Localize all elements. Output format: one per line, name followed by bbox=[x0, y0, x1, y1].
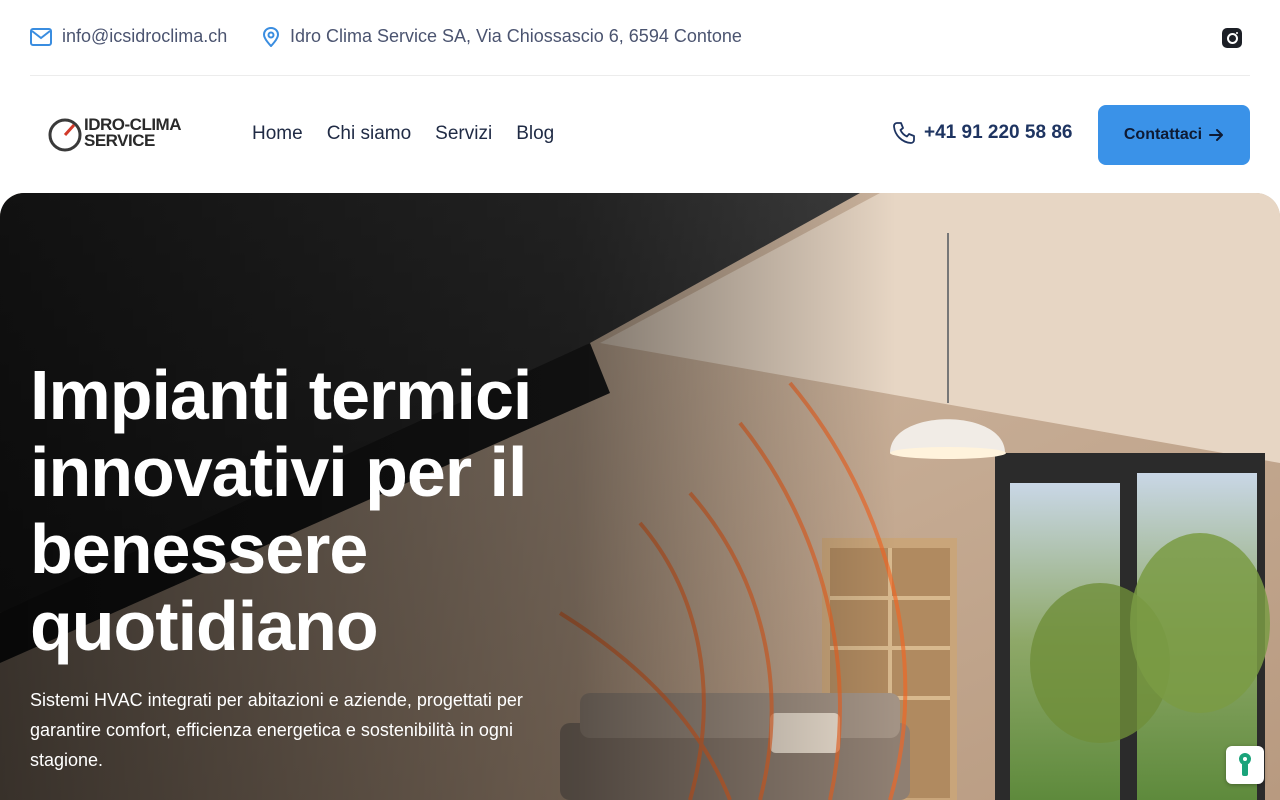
instagram-icon[interactable] bbox=[1222, 28, 1242, 48]
arrow-right-icon bbox=[1209, 129, 1224, 141]
contact-button[interactable]: Contattaci bbox=[1098, 105, 1250, 165]
nav-blog[interactable]: Blog bbox=[516, 123, 554, 145]
site-logo[interactable]: IDRO-CLIMA SERVICE bbox=[48, 115, 198, 155]
hero-section: Impianti termici innovativi per il benes… bbox=[0, 193, 1280, 800]
email-text[interactable]: info@icsidroclima.ch bbox=[62, 26, 227, 47]
logo-gauge-icon bbox=[48, 118, 82, 152]
nav-servizi[interactable]: Servizi bbox=[435, 123, 492, 145]
phone-icon bbox=[893, 122, 915, 144]
contact-button-label: Contattaci bbox=[1123, 126, 1203, 143]
accessibility-icon bbox=[1239, 753, 1251, 776]
map-pin-icon bbox=[262, 26, 280, 47]
top-email[interactable]: info@icsidroclima.ch bbox=[30, 26, 227, 47]
phone-number[interactable]: +41 91 220 58 86 bbox=[924, 122, 1072, 144]
hero-title-line-3: benessere bbox=[30, 510, 368, 588]
hero-title-line-1: Impianti termici bbox=[30, 356, 532, 434]
accessibility-button[interactable] bbox=[1226, 746, 1264, 784]
address-text: Idro Clima Service SA, Via Chiossascio 6… bbox=[290, 26, 742, 46]
top-bar: info@icsidroclima.ch Idro Clima Service … bbox=[30, 0, 1250, 76]
nav-chi-siamo[interactable]: Chi siamo bbox=[327, 123, 411, 145]
hero-title-line-4: quotidiano bbox=[30, 587, 379, 665]
main-navigation: IDRO-CLIMA SERVICE Home Chi siamo Serviz… bbox=[0, 77, 1280, 193]
logo-text: IDRO-CLIMA SERVICE bbox=[84, 116, 181, 150]
mail-icon bbox=[30, 27, 52, 46]
nav-links: Home Chi siamo Servizi Blog bbox=[252, 123, 554, 145]
nav-home[interactable]: Home bbox=[252, 123, 303, 145]
hero-title-line-2: innovativi per il bbox=[30, 433, 527, 511]
top-address: Idro Clima Service SA, Via Chiossascio 6… bbox=[262, 26, 742, 47]
phone-link[interactable]: +41 91 220 58 86 bbox=[892, 121, 1072, 145]
logo-line2: SERVICE bbox=[84, 131, 155, 150]
hero-subtitle: Sistemi HVAC integrati per abitazioni e … bbox=[30, 690, 523, 770]
hero-title: Impianti termici innovativi per il benes… bbox=[30, 357, 630, 665]
